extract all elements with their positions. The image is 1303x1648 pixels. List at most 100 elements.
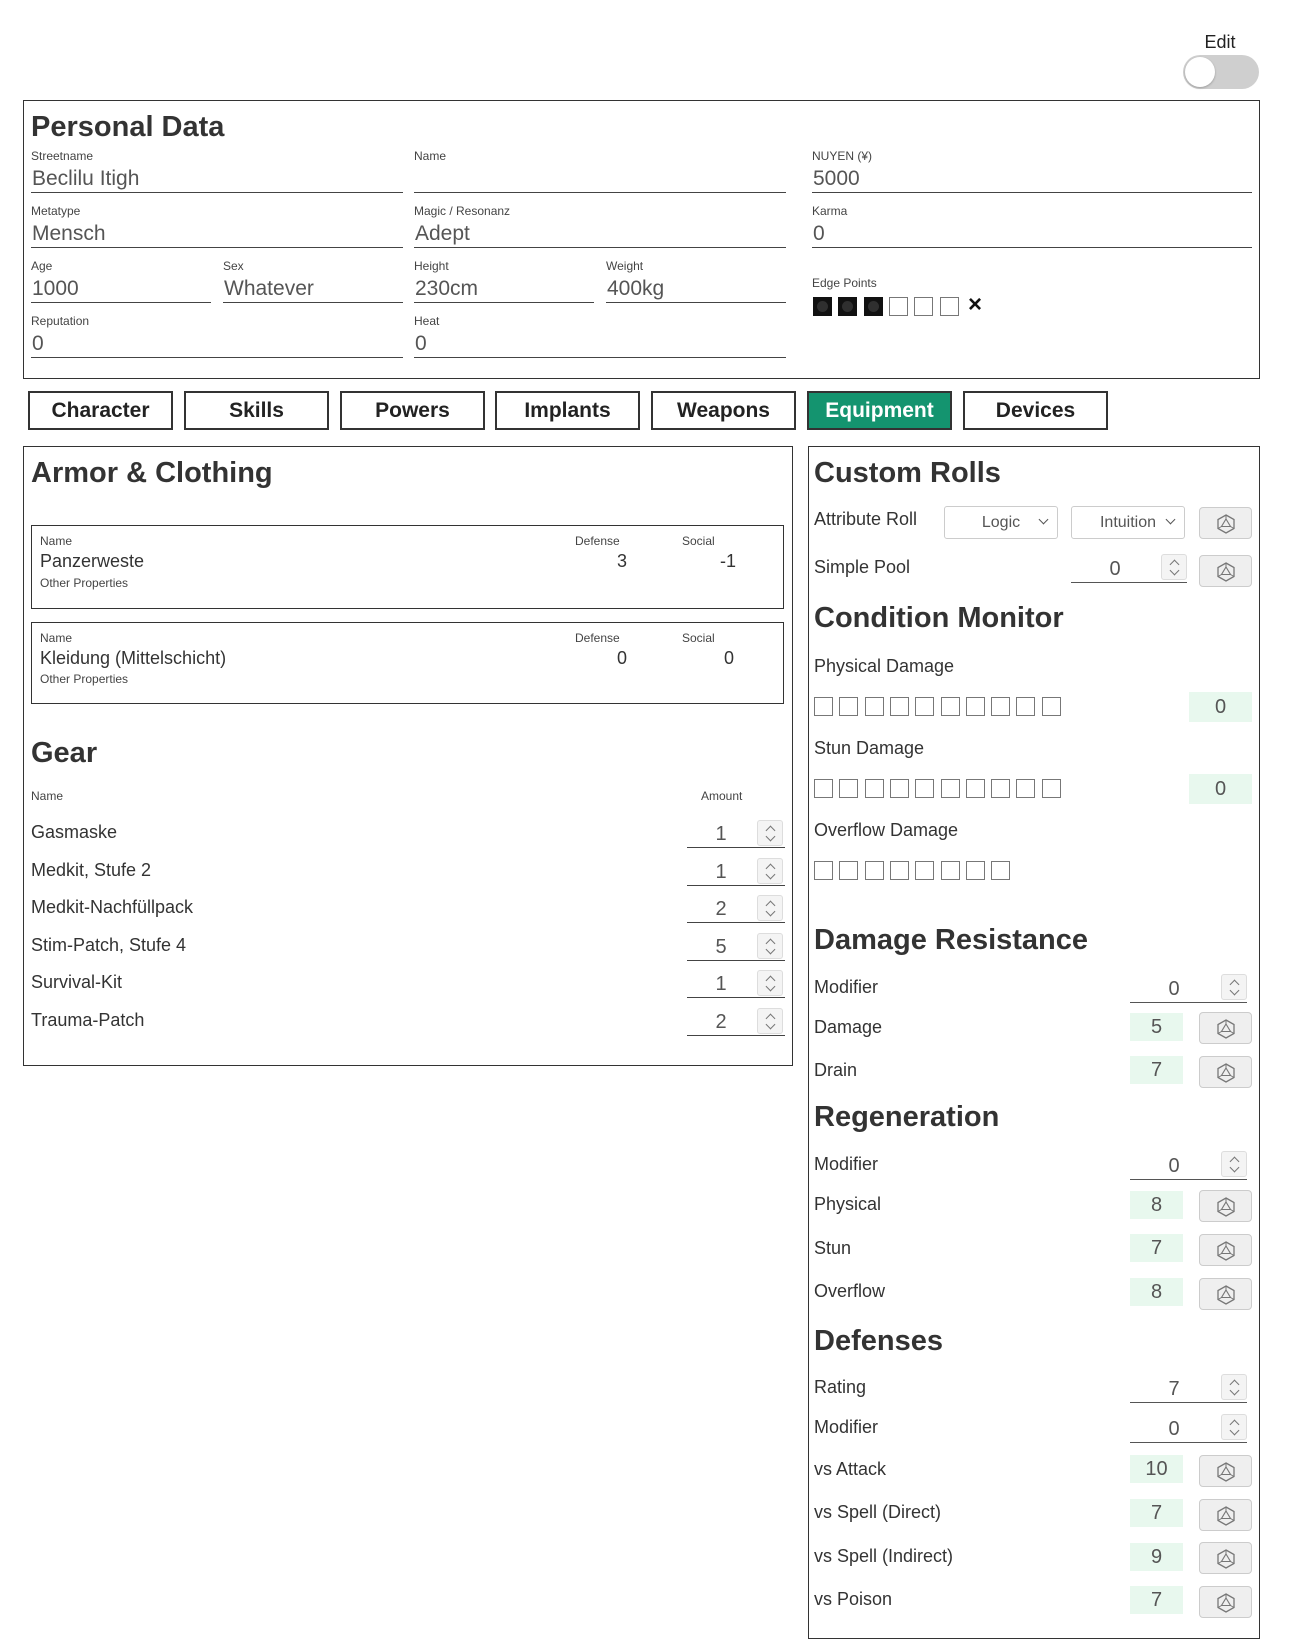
damage-box[interactable] [991,697,1011,716]
name-input[interactable] [414,164,786,193]
vs-spell-indirect-roll-button[interactable] [1199,1542,1252,1574]
damage-box[interactable] [940,861,960,880]
regeneration-stun-roll-button[interactable] [1199,1234,1252,1266]
magic-input[interactable]: Adept [414,219,786,248]
edge-point-box[interactable] [838,297,858,316]
edit-mode-toggle[interactable] [1183,55,1259,89]
damage-box[interactable] [1016,779,1036,798]
damage-box[interactable] [839,697,859,716]
attribute-select-2[interactable]: Intuition [1071,506,1185,539]
tab-skills[interactable]: Skills [184,391,329,430]
heat-input[interactable]: 0 [414,329,786,358]
resistance-modifier-input[interactable]: 0 [1130,974,1247,1003]
age-field[interactable]: Age 1000 [31,258,211,303]
damage-box[interactable] [991,861,1011,880]
damage-box[interactable] [864,861,884,880]
spinner-arrows-icon[interactable] [757,1008,783,1034]
damage-box[interactable] [814,779,833,798]
damage-box[interactable] [965,861,985,880]
spinner-arrows-icon[interactable] [1221,1374,1247,1400]
gear-amount-input[interactable]: 5 [687,932,785,961]
sex-input[interactable]: Whatever [223,274,403,303]
damage-box[interactable] [965,697,985,716]
sex-field[interactable]: Sex Whatever [223,258,403,303]
damage-box[interactable] [940,697,960,716]
reputation-field[interactable]: Reputation 0 [31,313,403,358]
nuyen-input[interactable]: 5000 [812,164,1252,193]
weight-input[interactable]: 400kg [606,274,786,303]
gear-amount-input[interactable]: 2 [687,895,785,924]
damage-box[interactable] [1016,697,1036,716]
reputation-input[interactable]: 0 [31,329,403,358]
gear-amount-input[interactable]: 1 [687,970,785,999]
damage-box[interactable] [839,779,859,798]
spinner-arrows-icon[interactable] [757,820,783,846]
damage-box[interactable] [864,697,884,716]
vs-spell-direct-roll-button[interactable] [1199,1499,1252,1531]
edge-point-box[interactable] [888,297,908,316]
tab-implants[interactable]: Implants [495,391,640,430]
spinner-arrows-icon[interactable] [757,857,783,884]
edge-point-box[interactable] [813,297,832,316]
spinner-arrows-icon[interactable] [1221,974,1247,1000]
spinner-arrows-icon[interactable] [1221,1414,1247,1440]
damage-box[interactable] [864,779,884,798]
damage-box[interactable] [839,861,859,880]
tab-character[interactable]: Character [28,391,173,430]
resistance-damage-roll-button[interactable] [1199,1012,1252,1044]
spinner-arrows-icon[interactable] [757,932,783,959]
streetname-field[interactable]: Streetname Beclilu Itigh [31,148,403,193]
weight-field[interactable]: Weight 400kg [606,258,786,303]
nuyen-field[interactable]: NUYEN (¥) 5000 [812,148,1252,193]
age-input[interactable]: 1000 [31,274,211,303]
edge-point-box[interactable] [939,297,959,316]
tab-powers[interactable]: Powers [340,391,485,430]
edge-clear-icon[interactable]: × [968,293,982,317]
metatype-field[interactable]: Metatype Mensch [31,203,403,248]
defense-rating-input[interactable]: 7 [1130,1374,1247,1403]
damage-box[interactable] [889,697,909,716]
heat-field[interactable]: Heat 0 [414,313,786,358]
armor-item-kleidung[interactable]: Name Defense Social Kleidung (Mittelschi… [31,622,784,704]
edge-point-box[interactable] [914,297,934,316]
simple-pool-roll-button[interactable] [1199,555,1252,587]
damage-box[interactable] [814,861,833,880]
damage-box[interactable] [940,779,960,798]
height-input[interactable]: 230cm [414,274,594,303]
spinner-arrows-icon[interactable] [1161,554,1187,580]
height-field[interactable]: Height 230cm [414,258,594,303]
tab-equipment[interactable]: Equipment [807,391,952,430]
damage-box[interactable] [889,779,909,798]
edge-point-box[interactable] [863,297,883,316]
spinner-arrows-icon[interactable] [1221,1151,1247,1177]
gear-amount-input[interactable]: 1 [687,857,785,886]
streetname-input[interactable]: Beclilu Itigh [31,164,403,193]
attribute-select-1[interactable]: Logic [944,506,1058,539]
damage-box[interactable] [1041,697,1061,716]
armor-item-panzerweste[interactable]: Name Defense Social Panzerweste 3 -1 Oth… [31,525,784,609]
regeneration-modifier-input[interactable]: 0 [1130,1151,1247,1180]
spinner-arrows-icon[interactable] [757,970,783,997]
defense-modifier-input[interactable]: 0 [1130,1414,1247,1443]
damage-box[interactable] [915,697,935,716]
gear-amount-input[interactable]: 2 [687,1008,785,1036]
magic-field[interactable]: Magic / Resonanz Adept [414,203,786,248]
karma-input[interactable]: 0 [812,219,1252,248]
tab-devices[interactable]: Devices [963,391,1108,430]
damage-box[interactable] [1041,779,1061,798]
resistance-drain-roll-button[interactable] [1199,1056,1252,1088]
damage-box[interactable] [915,861,935,880]
name-field[interactable]: Name [414,148,786,193]
damage-box[interactable] [889,861,909,880]
damage-box[interactable] [915,779,935,798]
metatype-input[interactable]: Mensch [31,219,403,248]
attribute-roll-button[interactable] [1199,507,1252,539]
vs-poison-roll-button[interactable] [1199,1586,1252,1618]
spinner-arrows-icon[interactable] [757,895,783,922]
tab-weapons[interactable]: Weapons [651,391,796,430]
karma-field[interactable]: Karma 0 [812,203,1252,248]
damage-box[interactable] [991,779,1011,798]
gear-amount-input[interactable]: 1 [687,820,785,848]
damage-box[interactable] [814,697,833,716]
vs-attack-roll-button[interactable] [1199,1455,1252,1487]
